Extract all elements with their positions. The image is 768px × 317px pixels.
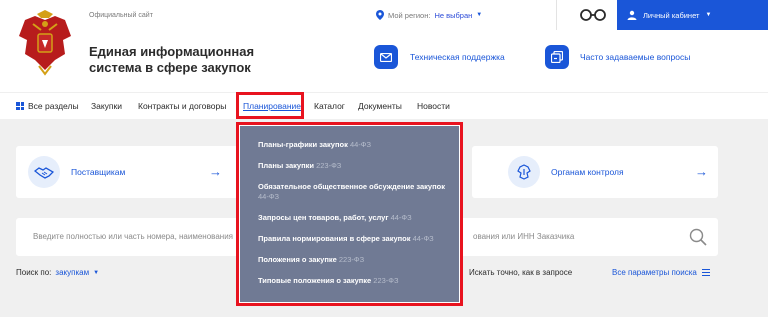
nav-highlight-box bbox=[236, 92, 304, 119]
arrow-right-icon: → bbox=[209, 164, 222, 179]
planning-dropdown: Планы-графики закупок 44-ФЗ Планы закупк… bbox=[236, 122, 463, 306]
region-selector[interactable]: Мой регион: Не выбран ▼ bbox=[376, 10, 482, 20]
dropdown-item-label: Положения о закупке bbox=[258, 255, 337, 264]
law-tag: 44-ФЗ bbox=[349, 140, 372, 149]
all-search-params[interactable]: Все параметры поиска bbox=[612, 268, 710, 277]
user-icon bbox=[627, 10, 637, 20]
search-by-value[interactable]: закупкам bbox=[55, 268, 89, 278]
faq-link[interactable]: Часто задаваемые вопросы bbox=[580, 52, 690, 62]
chevron-down-icon: ▼ bbox=[705, 12, 712, 18]
law-tag: 223-ФЗ bbox=[373, 276, 399, 285]
site-title[interactable]: Единая информационная система в сфере за… bbox=[89, 44, 299, 76]
nav-item-documents[interactable]: Документы bbox=[358, 101, 402, 111]
dropdown-item-label: Правила нормирования в сфере закупок bbox=[258, 234, 411, 243]
all-search-params-label: Все параметры поиска bbox=[612, 268, 697, 277]
location-pin-icon bbox=[376, 10, 384, 20]
search-icon[interactable] bbox=[689, 228, 707, 246]
dropdown-item-public-discussion[interactable]: Обязательное общественное обсуждение зак… bbox=[240, 182, 459, 202]
dropdown-item-rationing-rules[interactable]: Правила нормирования в сфере закупок 44-… bbox=[240, 234, 459, 244]
arrow-right-icon: → bbox=[695, 164, 708, 179]
accessibility-glasses-icon[interactable] bbox=[580, 8, 606, 22]
law-tag: 44-ФЗ bbox=[412, 234, 434, 243]
dropdown-item-label: Планы-графики закупок bbox=[258, 140, 348, 149]
filter-icon bbox=[701, 269, 710, 276]
main-navigation: Все разделы Закупки Контракты и договоры… bbox=[0, 92, 768, 119]
personal-cabinet-label: Личный кабинет bbox=[643, 10, 700, 20]
region-value[interactable]: Не выбран bbox=[434, 11, 472, 20]
personal-cabinet-button[interactable]: Личный кабинет ▼ bbox=[617, 0, 768, 30]
nav-item-news[interactable]: Новости bbox=[417, 101, 450, 111]
suppliers-label: Поставщикам bbox=[71, 167, 126, 177]
region-label: Мой регион: bbox=[388, 10, 431, 20]
coat-of-arms-icon[interactable] bbox=[15, 10, 75, 80]
law-tag: 44-ФЗ bbox=[390, 213, 412, 222]
handshake-icon bbox=[28, 156, 60, 188]
dropdown-item-model-regulations[interactable]: Типовые положения о закупке 223-ФЗ bbox=[240, 276, 459, 286]
dropdown-item-label: Запросы цен товаров, работ, услуг bbox=[258, 213, 389, 222]
nav-all-sections-label: Все разделы bbox=[28, 101, 79, 111]
control-bodies-card[interactable]: Органам контроля → bbox=[472, 146, 718, 198]
dropdown-item-price-requests[interactable]: Запросы цен товаров, работ, услуг 44-ФЗ bbox=[240, 213, 459, 223]
dropdown-item-procurement-regulations[interactable]: Положения о закупке 223-ФЗ bbox=[240, 255, 459, 265]
chevron-down-icon: ▼ bbox=[93, 270, 100, 276]
dropdown-item-label: Обязательное общественное обсуждение зак… bbox=[258, 182, 445, 191]
control-bodies-label: Органам контроля bbox=[551, 167, 624, 177]
law-tag: 223-ФЗ bbox=[316, 161, 342, 170]
support-link[interactable]: Техническая поддержка bbox=[410, 52, 505, 62]
exact-search-option[interactable]: Искать точно, как в запросе bbox=[469, 268, 572, 277]
dropdown-item-plan-schedules[interactable]: Планы-графики закупок 44-ФЗ bbox=[240, 140, 459, 150]
search-by: Поиск по: закупкам ▼ bbox=[16, 268, 99, 278]
search-placeholder: Введите полностью или часть номера, наим… bbox=[33, 232, 233, 241]
nav-item-catalog[interactable]: Каталог bbox=[314, 101, 345, 111]
official-site-label: Официальный сайт bbox=[89, 12, 153, 19]
planning-dropdown-panel: Планы-графики закупок 44-ФЗ Планы закупк… bbox=[240, 126, 459, 302]
header-divider bbox=[556, 0, 557, 30]
suppliers-card[interactable]: Поставщикам → bbox=[16, 146, 238, 198]
site-header: Официальный сайт Единая информационная с… bbox=[0, 0, 768, 92]
faq-button[interactable] bbox=[545, 45, 569, 69]
dropdown-item-procurement-plans[interactable]: Планы закупки 223-ФЗ bbox=[240, 161, 459, 171]
support-button[interactable] bbox=[374, 45, 398, 69]
search-placeholder-tail: ования или ИНН Заказчика bbox=[473, 232, 575, 241]
grid-icon bbox=[16, 102, 24, 110]
dropdown-item-label: Типовые положения о закупке bbox=[258, 276, 372, 285]
faq-icon bbox=[551, 51, 563, 63]
search-by-label: Поиск по: bbox=[16, 268, 52, 277]
chevron-down-icon: ▼ bbox=[476, 12, 483, 18]
emblem-icon bbox=[508, 156, 540, 188]
law-tag: 44-ФЗ bbox=[258, 192, 280, 201]
dropdown-item-label: Планы закупки bbox=[258, 161, 314, 170]
nav-item-purchases[interactable]: Закупки bbox=[91, 101, 122, 111]
law-tag: 223-ФЗ bbox=[338, 255, 365, 264]
nav-item-contracts[interactable]: Контракты и договоры bbox=[138, 101, 226, 111]
nav-all-sections[interactable]: Все разделы bbox=[16, 101, 79, 111]
mail-icon bbox=[380, 52, 392, 62]
